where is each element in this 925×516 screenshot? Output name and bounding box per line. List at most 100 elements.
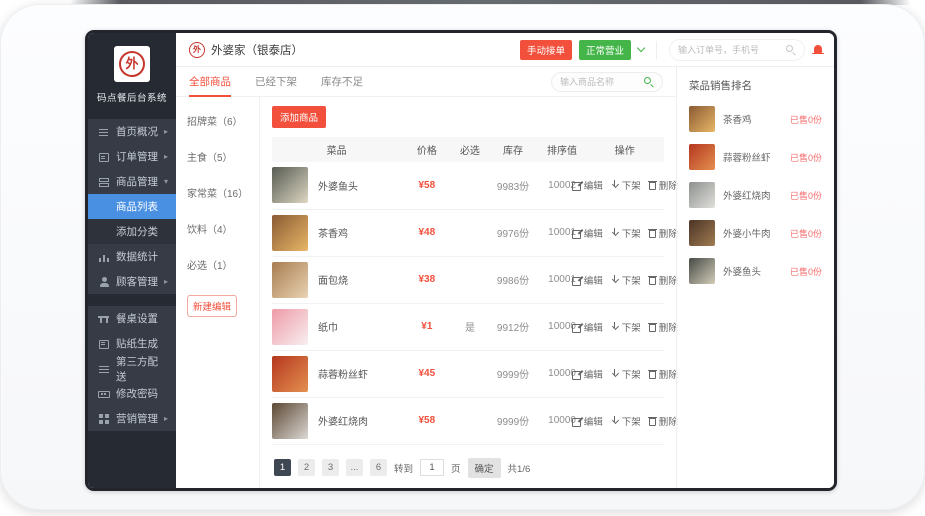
sold-count-badge: 已售0份 — [790, 265, 822, 278]
dish-name: 纸巾 — [318, 319, 338, 334]
dish-photo — [272, 262, 308, 298]
category-item[interactable]: 必选（1） — [187, 257, 259, 272]
col-required: 必选 — [452, 137, 487, 162]
table-header-row: 菜品 价格 必选 库存 排序值 操作 — [272, 137, 664, 162]
take-down-action[interactable]: 下架 — [610, 178, 641, 192]
category-item[interactable]: 家常菜（16） — [187, 185, 259, 200]
sidebar-item[interactable]: 商品管理 ▾ — [88, 169, 176, 194]
sidebar-item[interactable]: 营销管理 ▸ — [88, 406, 176, 431]
tab[interactable]: 库存不足 — [321, 67, 363, 97]
sidebar-menu-primary: 首页概况 ▸ 订单管理 ▸ 商品管理 ▾ 商品列表 — [88, 119, 176, 294]
chevron-down-icon[interactable] — [637, 44, 645, 52]
content-row: 招牌菜（6） 主食（5） 家常菜（16） 饮料（4） 必选（1） 新建编辑 — [176, 97, 676, 488]
ranking-title: 菜品销售排名 — [689, 78, 822, 93]
ranking-item: 外婆小牛肉 已售0份 — [689, 220, 822, 246]
sidebar-item[interactable]: 数据统计 — [88, 244, 176, 269]
page-button[interactable]: 6 — [370, 459, 387, 476]
sidebar-item[interactable]: 餐桌设置 — [88, 306, 176, 331]
delete-action[interactable]: 删除 — [648, 273, 678, 287]
take-down-action[interactable]: 下架 — [610, 414, 641, 428]
goto-page-input[interactable] — [420, 459, 444, 476]
page-button[interactable]: 3 — [322, 459, 339, 476]
dish-photo — [272, 215, 308, 251]
table-row: 蒜蓉粉丝虾 ¥45 9999份 10000 — [272, 350, 664, 397]
delete-action[interactable]: 删除 — [648, 367, 678, 381]
product-search — [551, 72, 663, 92]
category-item[interactable]: 招牌菜（6） — [187, 113, 259, 128]
col-actions: 操作 — [586, 137, 664, 162]
trash-icon — [648, 180, 657, 190]
edit-action[interactable]: 编辑 — [572, 367, 603, 381]
page-button[interactable]: 1 — [274, 459, 291, 476]
sidebar-item[interactable]: 首页概况 ▸ — [88, 119, 176, 144]
dish-price: ¥45 — [418, 368, 435, 379]
dish-photo — [689, 144, 715, 170]
edit-action[interactable]: 编辑 — [572, 178, 603, 192]
manual-order-button[interactable]: 手动接单 — [520, 40, 572, 60]
search-icon[interactable] — [785, 44, 796, 55]
edit-action[interactable]: 编辑 — [572, 414, 603, 428]
tab[interactable]: 已经下架 — [255, 67, 297, 97]
sidebar-item[interactable]: 商品列表 — [88, 194, 176, 219]
sidebar-item[interactable]: 第三方配送 — [88, 356, 176, 381]
category-item[interactable]: 饮料（4） — [187, 221, 259, 236]
marketing-icon — [98, 413, 110, 425]
category-list: 招牌菜（6） 主食（5） 家常菜（16） 饮料（4） 必选（1） 新建编辑 — [176, 97, 260, 488]
take-down-icon — [610, 369, 620, 379]
dish-required: 是 — [465, 323, 475, 334]
confirm-button[interactable]: 确定 — [468, 458, 501, 478]
sold-count-badge: 已售0份 — [790, 189, 822, 202]
edit-icon — [572, 228, 582, 238]
sidebar-item[interactable]: 顾客管理 ▸ — [88, 269, 176, 294]
dish-photo — [272, 403, 308, 439]
edit-icon — [572, 369, 582, 379]
edit-action[interactable]: 编辑 — [572, 226, 603, 240]
search-icon[interactable] — [643, 76, 654, 87]
sidebar-item[interactable]: 订单管理 ▸ — [88, 144, 176, 169]
add-product-button[interactable]: 添加商品 — [272, 106, 326, 128]
page-button[interactable]: ... — [346, 459, 363, 476]
dish-name: 外婆鱼头 — [723, 264, 790, 278]
dish-stock: 9999份 — [497, 370, 529, 381]
sidebar-item[interactable]: 添加分类 — [88, 219, 176, 244]
delete-action[interactable]: 删除 — [648, 226, 678, 240]
order-search-input[interactable] — [678, 45, 785, 55]
dish-price: ¥1 — [421, 321, 432, 332]
sidebar-item[interactable]: 修改密码 — [88, 381, 176, 406]
new-edit-button[interactable]: 新建编辑 — [187, 295, 237, 317]
delete-action[interactable]: 删除 — [648, 414, 678, 428]
take-down-action[interactable]: 下架 — [610, 367, 641, 381]
table-row: 外婆红烧肉 ¥58 9999份 10000 — [272, 397, 664, 444]
sidebar-item[interactable]: 贴纸生成 — [88, 331, 176, 356]
sold-count-badge: 已售0份 — [790, 151, 822, 164]
ranking-item: 外婆红烧肉 已售0份 — [689, 182, 822, 208]
product-search-input[interactable] — [560, 77, 643, 87]
edit-action[interactable]: 编辑 — [572, 320, 603, 334]
pagination: 1 2 3 ... 6 转到 页 — [272, 445, 664, 478]
take-down-icon — [610, 416, 620, 426]
sold-count-badge: 已售0份 — [790, 227, 822, 240]
delete-action[interactable]: 删除 — [648, 178, 678, 192]
dish-name: 外婆红烧肉 — [318, 413, 368, 428]
page-button[interactable]: 2 — [298, 459, 315, 476]
category-item[interactable]: 主食（5） — [187, 149, 259, 164]
tab[interactable]: 全部商品 — [189, 67, 231, 97]
sticker-icon — [98, 338, 110, 350]
table-row: 面包烧 ¥38 9986份 10001 — [272, 256, 664, 303]
table-row: 茶香鸡 ¥48 9976份 10001 — [272, 209, 664, 256]
business-status-button[interactable]: 正常营业 — [579, 40, 631, 60]
dish-price: ¥38 — [418, 274, 435, 285]
delete-action[interactable]: 删除 — [648, 320, 678, 334]
edit-action[interactable]: 编辑 — [572, 273, 603, 287]
take-down-action[interactable]: 下架 — [610, 273, 641, 287]
take-down-icon — [610, 275, 620, 285]
ranking-item: 蒜蓉粉丝虾 已售0份 — [689, 144, 822, 170]
notification-bell-icon[interactable] — [812, 44, 824, 56]
col-price: 价格 — [401, 137, 452, 162]
stats-icon — [98, 251, 110, 263]
take-down-action[interactable]: 下架 — [610, 320, 641, 334]
take-down-action[interactable]: 下架 — [610, 226, 641, 240]
dish-stock: 9986份 — [497, 276, 529, 287]
dish-stock: 9983份 — [497, 182, 529, 193]
edit-icon — [572, 416, 582, 426]
